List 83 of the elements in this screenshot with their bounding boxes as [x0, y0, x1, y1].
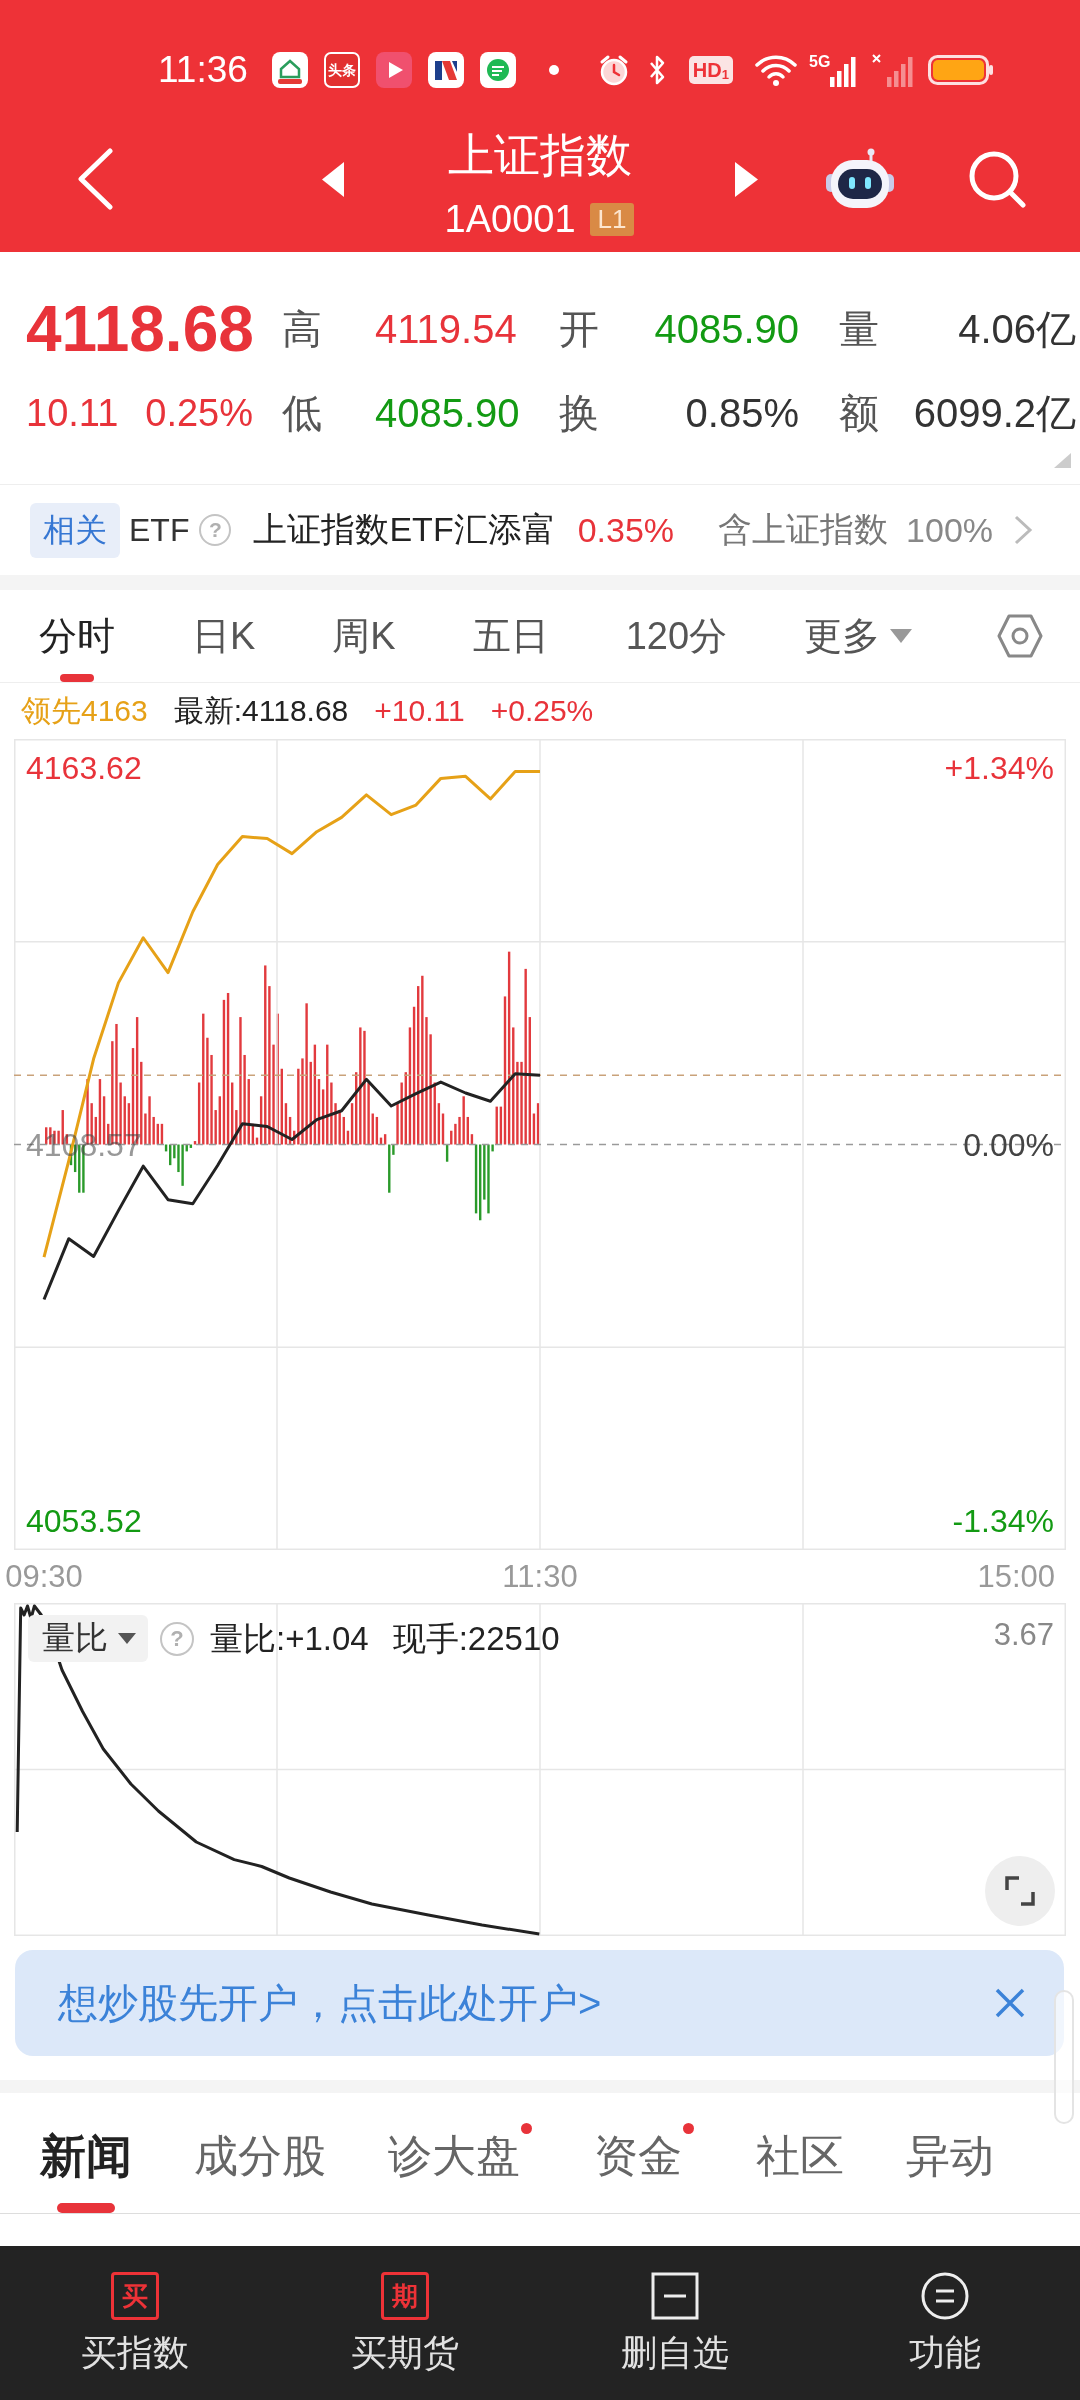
field-label: 换 — [559, 390, 599, 437]
house-app-icon — [271, 52, 308, 88]
time-axis-label: 11:30 — [502, 1559, 578, 1595]
circle-lines-app-icon — [479, 52, 516, 88]
percent-axis-label: +1.34% — [944, 750, 1054, 786]
wifi-icon — [754, 53, 798, 87]
chart-tab[interactable]: 分时 — [39, 590, 115, 682]
level-tag: L1 — [589, 202, 635, 236]
nav-button[interactable]: 买 买指数 — [0, 2246, 270, 2400]
stripes-app-icon — [427, 52, 464, 88]
nav-button[interactable]: 功能 — [810, 2246, 1080, 2400]
notification-dot-icon — [548, 65, 559, 75]
field-value: 4085.90 — [654, 306, 799, 353]
nav-button[interactable]: 期 买期货 — [270, 2246, 540, 2400]
minus-square-icon — [651, 2272, 699, 2320]
chart-tab[interactable]: 周K — [332, 590, 396, 682]
chart-tab[interactable]: 更多 — [804, 590, 913, 682]
field-label: 低 — [282, 390, 322, 437]
current-volume-value: 现手:22510 — [392, 1618, 560, 1659]
change-percent: 0.25% — [145, 391, 254, 436]
news-tab[interactable]: 资金 — [594, 2093, 694, 2213]
volume-ratio-value: 量比:+1.04 — [210, 1618, 369, 1659]
caret-icon — [118, 1633, 136, 1644]
field-value: 4085.90 — [375, 390, 520, 437]
chart-tab[interactable]: 五日 — [472, 590, 549, 682]
indicator-selector[interactable]: 量比 — [28, 1615, 148, 1662]
hd-indicator: HD$_{1}$ — [688, 56, 733, 84]
price-axis-label: 4163.62 — [26, 750, 142, 786]
news-tab[interactable]: 新闻 — [40, 2093, 132, 2213]
play-app-icon — [375, 52, 412, 88]
field-label: 开 — [559, 306, 599, 353]
chart-tab[interactable]: 120分 — [625, 590, 728, 682]
legend-label: 领先4163 — [21, 693, 148, 729]
news-tab[interactable]: 成分股 — [194, 2093, 326, 2213]
field-label: 量 — [839, 306, 879, 353]
fund-change: 0.35% — [577, 510, 675, 550]
field-value: 4.06亿 — [958, 306, 1076, 353]
fullscreen-icon[interactable] — [985, 1856, 1055, 1926]
no-signal-icon — [871, 53, 916, 87]
time-axis-label: 15:00 — [977, 1559, 1055, 1595]
news-tab[interactable]: 异动 — [906, 2093, 994, 2213]
search-icon[interactable] — [968, 149, 1026, 209]
holding-percent: 100% — [906, 510, 994, 550]
stock-code: 1A0001 — [444, 199, 576, 239]
field-value: 6099.2亿 — [913, 390, 1076, 437]
app-icon: 头条 — [323, 52, 360, 88]
price-axis-label: 4053.52 — [26, 1503, 142, 1539]
battery-icon — [928, 55, 995, 85]
left-triangle-icon[interactable] — [322, 161, 344, 197]
field-label: 额 — [839, 390, 879, 437]
fund-name[interactable]: 上证指数ETF汇添富 — [253, 507, 556, 553]
news-tab[interactable]: 社区 — [756, 2093, 844, 2213]
time-axis-label: 09:30 — [5, 1559, 83, 1595]
settings-icon[interactable] — [997, 613, 1043, 659]
field-label: 高 — [282, 306, 322, 353]
news-tab[interactable]: 诊大盘 — [388, 2093, 532, 2213]
network-type-label: 5G — [809, 53, 831, 71]
character-tile-icon: 期 — [381, 2272, 429, 2320]
right-triangle-icon[interactable] — [735, 161, 758, 197]
field-value: 4119.54 — [375, 306, 517, 353]
back-icon[interactable] — [76, 148, 114, 210]
last-price: 4118.68 — [26, 292, 254, 367]
status-time: 11:36 — [158, 48, 248, 92]
character-tile-icon: 买 — [111, 2272, 159, 2320]
percent-axis-label: -1.34% — [952, 1503, 1054, 1539]
close-icon[interactable] — [994, 1987, 1026, 2019]
holding-label: 含上证指数 — [718, 509, 889, 550]
percent-axis-label: 0.00% — [963, 1126, 1054, 1163]
legend-label: +0.25% — [490, 693, 594, 729]
field-value: 0.85% — [685, 390, 799, 437]
signal-icon — [830, 55, 857, 87]
robot-icon[interactable] — [825, 148, 895, 210]
chart-tab[interactable]: 日K — [192, 590, 256, 682]
price-change: 10.11 — [26, 391, 119, 436]
legend-label: +10.11 — [374, 693, 465, 729]
ratio-axis-label: 3.67 — [993, 1617, 1054, 1653]
nav-button[interactable]: 删自选 — [540, 2246, 810, 2400]
menu-icon — [921, 2272, 969, 2320]
etf-label: ETF — [129, 511, 190, 549]
related-tag: 相关 — [30, 502, 120, 558]
legend-label: 最新:4118.68 — [173, 693, 349, 729]
caret-icon — [890, 629, 913, 643]
page-title: 上证指数 — [447, 128, 632, 182]
